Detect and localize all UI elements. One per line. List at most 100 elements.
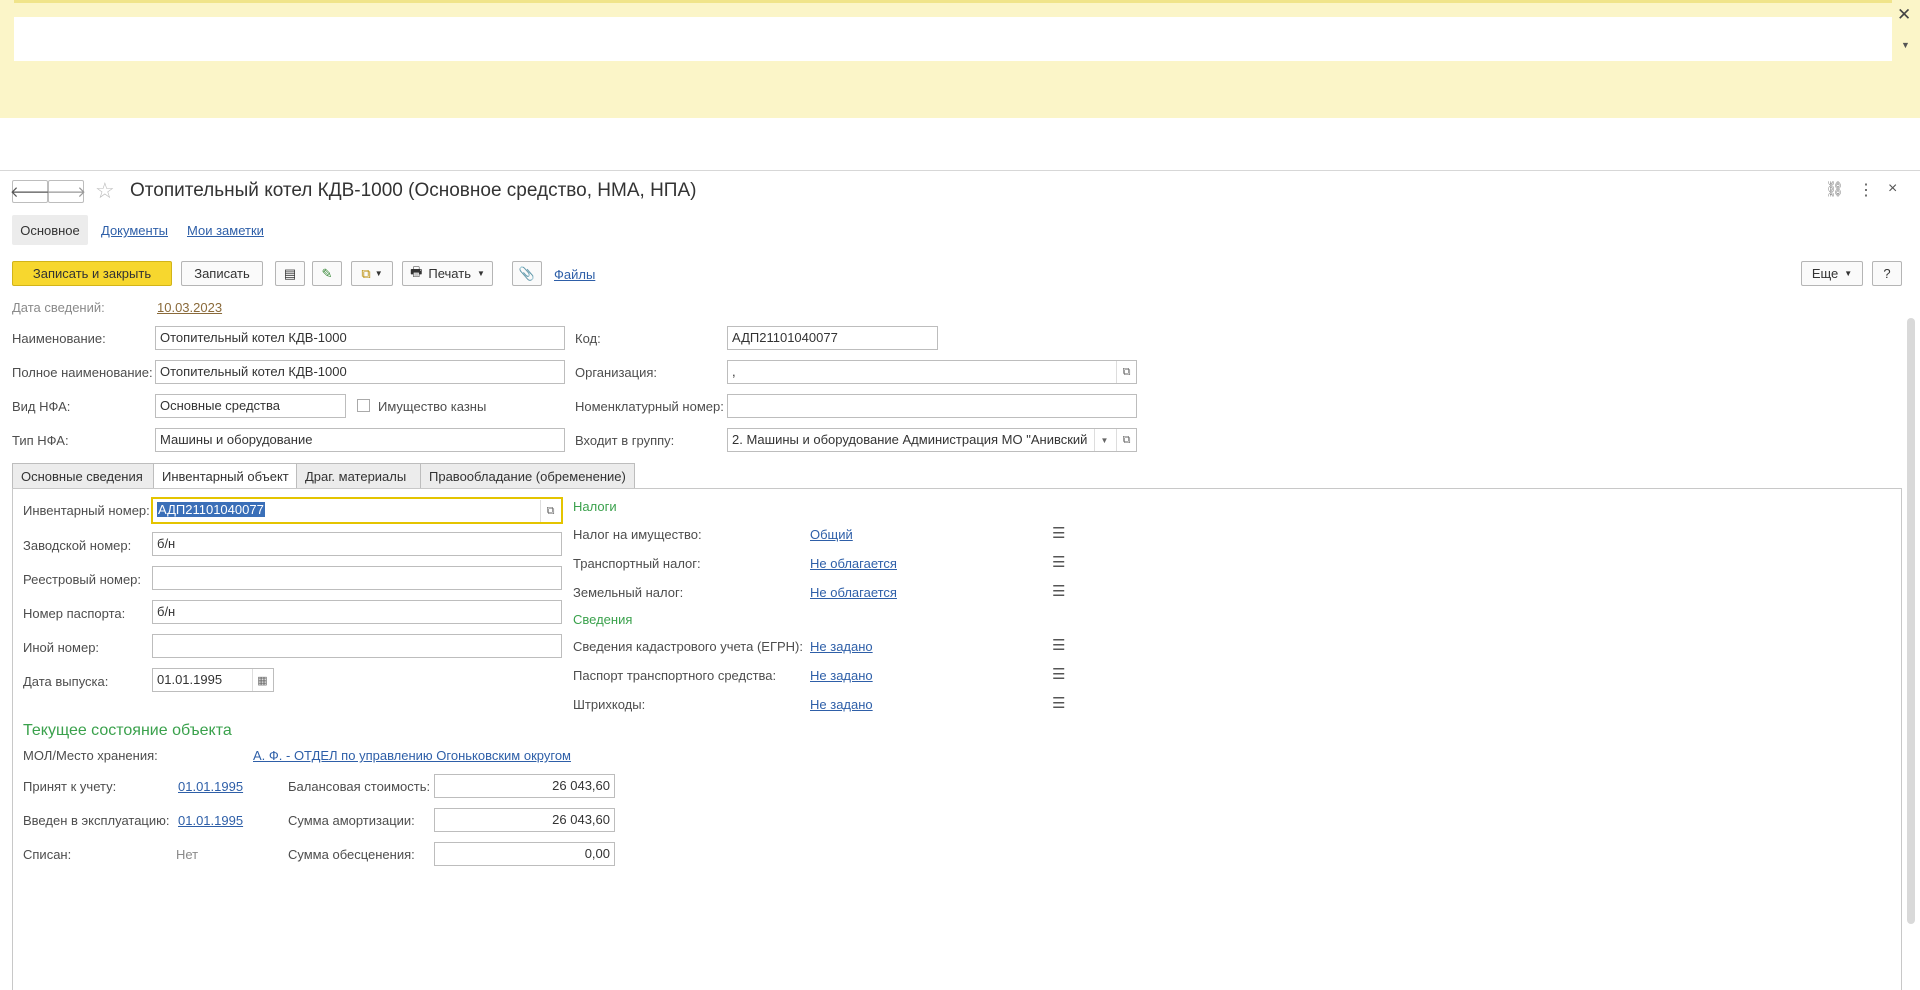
tab-notes[interactable]: Мои заметки — [187, 223, 264, 238]
top-panel: ✕ ▼ — [0, 0, 1920, 118]
save-button[interactable]: Записать — [181, 261, 263, 286]
close-icon[interactable]: ✕ — [1897, 5, 1911, 25]
cadastral-link[interactable]: Не задано — [810, 639, 873, 654]
nfa-type-field[interactable]: Машины и оборудование — [155, 428, 565, 452]
list-icon[interactable]: ☰ — [1052, 582, 1065, 600]
barcodes-label: Штрихкоды: — [573, 697, 646, 712]
more-menu-icon[interactable]: ⋮ — [1858, 180, 1874, 200]
printer-icon: 🖶 — [410, 263, 423, 279]
property-tax-label: Налог на имущество: — [573, 527, 702, 542]
nomen-field[interactable] — [727, 394, 1137, 418]
group-field[interactable]: 2. Машины и оборудование Администрация М… — [727, 428, 1137, 452]
accepted-link[interactable]: 01.01.1995 — [178, 779, 243, 794]
passport-field[interactable]: б/н — [152, 600, 562, 624]
cadastral-label: Сведения кадастрового учета (ЕГРН): — [573, 639, 803, 654]
open-icon[interactable]: ⧉ — [1116, 361, 1136, 383]
tab-basic-info[interactable]: Основные сведения — [12, 463, 154, 489]
code-field[interactable]: АДП21101040077 — [727, 326, 938, 350]
writeoff-value: Нет — [176, 847, 199, 862]
fullname-field[interactable]: Отопительный котел КДВ-1000 — [155, 360, 565, 384]
tab-precious-materials[interactable]: Драг. материалы — [296, 463, 421, 489]
date-link[interactable]: 10.03.2023 — [157, 300, 222, 315]
commissioned-link[interactable]: 01.01.1995 — [178, 813, 243, 828]
tab-panel — [12, 488, 1902, 990]
impairment-field[interactable]: 0,00 — [434, 842, 615, 866]
help-button[interactable]: ? — [1872, 261, 1902, 286]
open-icon[interactable]: ⧉ — [1116, 429, 1136, 451]
chevron-down-icon[interactable]: ▼ — [1094, 429, 1114, 451]
print-button[interactable]: 🖶 Печать ▼ — [402, 261, 493, 286]
list-icon[interactable]: ☰ — [1052, 665, 1065, 683]
factory-label: Заводской номер: — [23, 538, 132, 553]
open-icon[interactable]: ⧉ — [540, 500, 560, 522]
print-label: Печать — [428, 266, 471, 281]
inv-num-value: АДП21101040077 — [157, 502, 265, 517]
save-close-button[interactable]: Записать и закрыть — [12, 261, 172, 286]
back-button[interactable]: 🡐 — [9, 180, 51, 203]
attach-button[interactable]: 📎 — [512, 261, 542, 286]
tab-rights[interactable]: Правообладание (обременение) — [420, 463, 635, 489]
group-label: Входит в группу: — [575, 433, 675, 448]
inv-num-field[interactable]: АДП21101040077 — [151, 497, 563, 524]
star-icon[interactable]: ☆ — [95, 178, 115, 204]
registry-field[interactable] — [152, 566, 562, 590]
list-icon[interactable]: ☰ — [1052, 694, 1065, 712]
tab-documents[interactable]: Документы — [101, 223, 168, 238]
create-based-button[interactable]: ⧉ ▼ — [351, 261, 393, 286]
other-number-field[interactable] — [152, 634, 562, 658]
factory-field[interactable]: б/н — [152, 532, 562, 556]
info-title: Сведения — [573, 612, 633, 627]
balance-field[interactable]: 26 043,60 — [434, 774, 615, 798]
org-label: Организация: — [575, 365, 658, 380]
amortization-field[interactable]: 26 043,60 — [434, 808, 615, 832]
files-link[interactable]: Файлы — [554, 267, 595, 282]
list-icon[interactable]: ☰ — [1052, 553, 1065, 571]
vehicle-passport-link[interactable]: Не задано — [810, 668, 873, 683]
property-tax-link[interactable]: Общий — [810, 527, 853, 542]
release-date-label: Дата выпуска: — [23, 674, 109, 689]
group-value: 2. Машины и оборудование Администрация М… — [732, 432, 1088, 447]
forward-button[interactable]: 🡒 — [46, 180, 86, 203]
link-icon[interactable]: ⛓ — [1825, 180, 1844, 198]
barcodes-link[interactable]: Не задано — [810, 697, 873, 712]
vehicle-passport-label: Паспорт транспортного средства: — [573, 668, 777, 683]
registry-label: Реестровый номер: — [23, 572, 142, 587]
transport-tax-label: Транспортный налог: — [573, 556, 701, 571]
create-based-icon: ⧉ — [361, 265, 371, 281]
taxes-title: Налоги — [573, 499, 617, 514]
land-tax-link[interactable]: Не облагается — [810, 585, 897, 600]
transport-tax-link[interactable]: Не облагается — [810, 556, 897, 571]
land-tax-label: Земельный налог: — [573, 585, 684, 600]
chevron-down-icon: ▼ — [476, 269, 485, 278]
name-field[interactable]: Отопительный котел КДВ-1000 — [155, 326, 565, 350]
close-window-icon[interactable]: × — [1888, 180, 1897, 198]
paperclip-icon: 📎 — [518, 265, 536, 281]
chevron-down-icon[interactable]: ▼ — [1901, 40, 1910, 50]
org-field[interactable]: , — [727, 360, 1137, 384]
tab-inventory-object[interactable]: Инвентарный объект — [153, 463, 297, 489]
treasury-label: Имущество казны — [378, 399, 487, 414]
arrow-left-icon: 🡐 — [9, 184, 51, 201]
commissioned-label: Введен в эксплуатацию: — [23, 813, 170, 828]
edit-button[interactable]: ✎ — [312, 261, 342, 286]
list-icon[interactable]: ☰ — [1052, 524, 1065, 542]
document-icon: ▤ — [283, 265, 297, 281]
treasury-checkbox[interactable] — [357, 399, 370, 412]
pencil-icon: ✎ — [321, 265, 333, 281]
impairment-label: Сумма обесценения: — [288, 847, 415, 862]
calendar-icon[interactable]: ▦ — [252, 669, 272, 691]
scrollbar[interactable] — [1907, 318, 1915, 924]
page-title: Отопительный котел КДВ-1000 (Основное ср… — [130, 180, 697, 201]
list-icon[interactable]: ☰ — [1052, 636, 1065, 654]
code-label: Код: — [575, 331, 601, 346]
name-label: Наименование: — [12, 331, 106, 346]
fullname-label: Полное наименование: — [12, 365, 153, 380]
mol-link[interactable]: А. Ф. - ОТДЕЛ по управлению Огоньковским… — [253, 748, 571, 763]
nfa-kind-field[interactable]: Основные средства — [155, 394, 346, 418]
tab-main[interactable]: Основное — [12, 215, 88, 245]
mol-label: МОЛ/Место хранения: — [23, 748, 158, 763]
more-label: Еще — [1811, 266, 1839, 281]
nfa-type-label: Тип НФА: — [12, 433, 69, 448]
journal-button[interactable]: ▤ — [275, 261, 305, 286]
more-button[interactable]: Еще ▼ — [1801, 261, 1863, 286]
